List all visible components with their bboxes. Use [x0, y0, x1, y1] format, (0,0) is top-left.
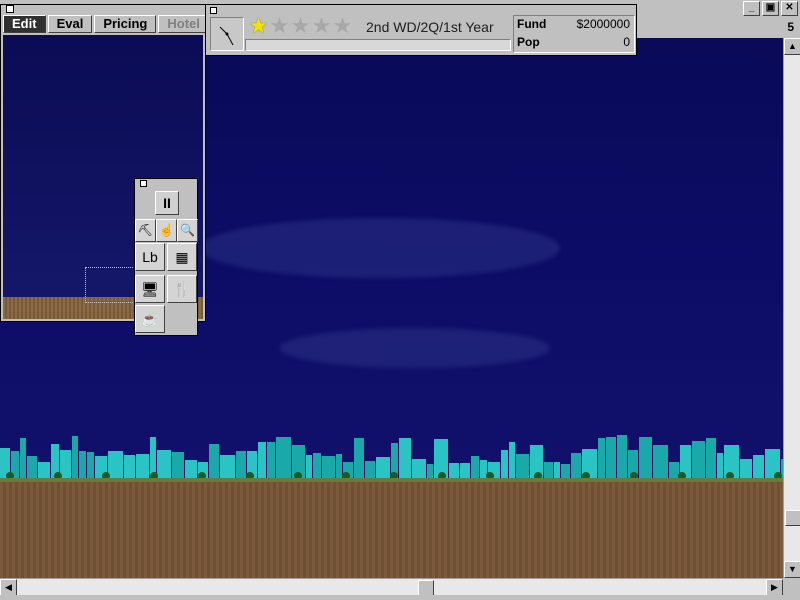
- skyline-building: [267, 442, 275, 482]
- window-bottom-edge: [0, 595, 783, 600]
- tool-palette: II ⛏ ☝ 🔍 Lb ▦ 🖥 🍴 ☕: [134, 178, 198, 336]
- status-window: ★ ★ ★ ★ ★ 2nd WD/2Q/1st Year Fund $2000000 P…: [205, 4, 637, 56]
- minimize-button[interactable]: _: [743, 1, 760, 16]
- restore-button[interactable]: ▣: [762, 1, 779, 16]
- scrollbar-corner: [783, 578, 800, 600]
- skyline-building: [598, 438, 605, 482]
- bulldozer-icon[interactable]: ⛏: [135, 219, 156, 242]
- horizontal-scrollbar[interactable]: ◀ ▶: [0, 578, 783, 596]
- cloud: [200, 218, 560, 278]
- skyline-building: [509, 442, 515, 482]
- skyline-building: [706, 438, 716, 482]
- skyline-building: [209, 444, 219, 482]
- floor-icon[interactable]: ▦: [167, 243, 197, 271]
- stats-panel: Fund $2000000 Pop 0: [513, 15, 635, 53]
- lobby-icon[interactable]: Lb: [135, 243, 165, 271]
- office-icon[interactable]: 🖥: [135, 275, 165, 303]
- fund-label: Fund: [517, 17, 547, 31]
- pause-button[interactable]: II: [155, 191, 179, 215]
- clock-icon: [210, 17, 244, 51]
- skyline-building: [276, 437, 291, 482]
- scroll-right-button[interactable]: ▶: [766, 579, 783, 596]
- overview-tabs: Edit Eval Pricing Hotel: [3, 15, 209, 33]
- horizontal-scroll-thumb[interactable]: [418, 580, 434, 596]
- vertical-scrollbar[interactable]: ▲ ▼: [783, 38, 800, 578]
- tab-hotel[interactable]: Hotel: [158, 15, 209, 33]
- vertical-scroll-thumb[interactable]: [785, 510, 800, 526]
- skyline-building: [617, 435, 627, 482]
- scroll-down-button[interactable]: ▼: [784, 561, 800, 578]
- close-button[interactable]: ✕: [781, 1, 798, 16]
- magnifier-icon[interactable]: 🔍: [177, 219, 198, 242]
- close-box-icon[interactable]: [6, 5, 14, 13]
- skyline-building: [72, 436, 78, 482]
- skyline-building: [653, 445, 668, 482]
- tab-pricing[interactable]: Pricing: [94, 15, 157, 33]
- progress-bar: [245, 39, 511, 51]
- condo-icon[interactable]: ☕: [135, 305, 165, 333]
- ground[interactable]: [0, 482, 783, 578]
- hand-icon[interactable]: ☝: [156, 219, 177, 242]
- star-icon: ★: [290, 13, 311, 38]
- star-icon: ★: [311, 13, 332, 38]
- star-icon: ★: [248, 13, 269, 38]
- star-icon: ★: [269, 13, 290, 38]
- close-box-icon[interactable]: [140, 180, 147, 187]
- tower-rating: ★ ★ ★ ★ ★: [248, 15, 353, 37]
- city-skyline: [0, 435, 783, 482]
- fund-row: Fund $2000000: [514, 16, 634, 33]
- skyline-building: [354, 438, 364, 482]
- fund-value: $2000000: [576, 17, 630, 31]
- star-icon: ★: [332, 13, 353, 38]
- scroll-up-button[interactable]: ▲: [784, 38, 800, 55]
- tab-eval[interactable]: Eval: [47, 15, 93, 33]
- close-box-icon[interactable]: [210, 7, 217, 14]
- skyline-building: [639, 437, 652, 482]
- skyline-building: [258, 442, 266, 482]
- tab-edit[interactable]: Edit: [3, 15, 46, 33]
- skyline-building: [606, 437, 616, 482]
- scroll-left-button[interactable]: ◀: [0, 579, 17, 596]
- skyline-building: [20, 438, 26, 482]
- window-controls: _ ▣ ✕: [743, 1, 798, 16]
- skyline-building: [692, 441, 705, 482]
- cloud: [280, 328, 550, 368]
- game-date: 2nd WD/2Q/1st Year: [366, 19, 494, 35]
- pop-value: 0: [623, 35, 630, 49]
- pop-row: Pop 0: [514, 34, 634, 51]
- pop-label: Pop: [517, 35, 540, 49]
- restaurant-icon[interactable]: 🍴: [167, 275, 197, 303]
- game-speed-indicator: 5: [787, 20, 794, 34]
- skyline-building: [399, 438, 411, 482]
